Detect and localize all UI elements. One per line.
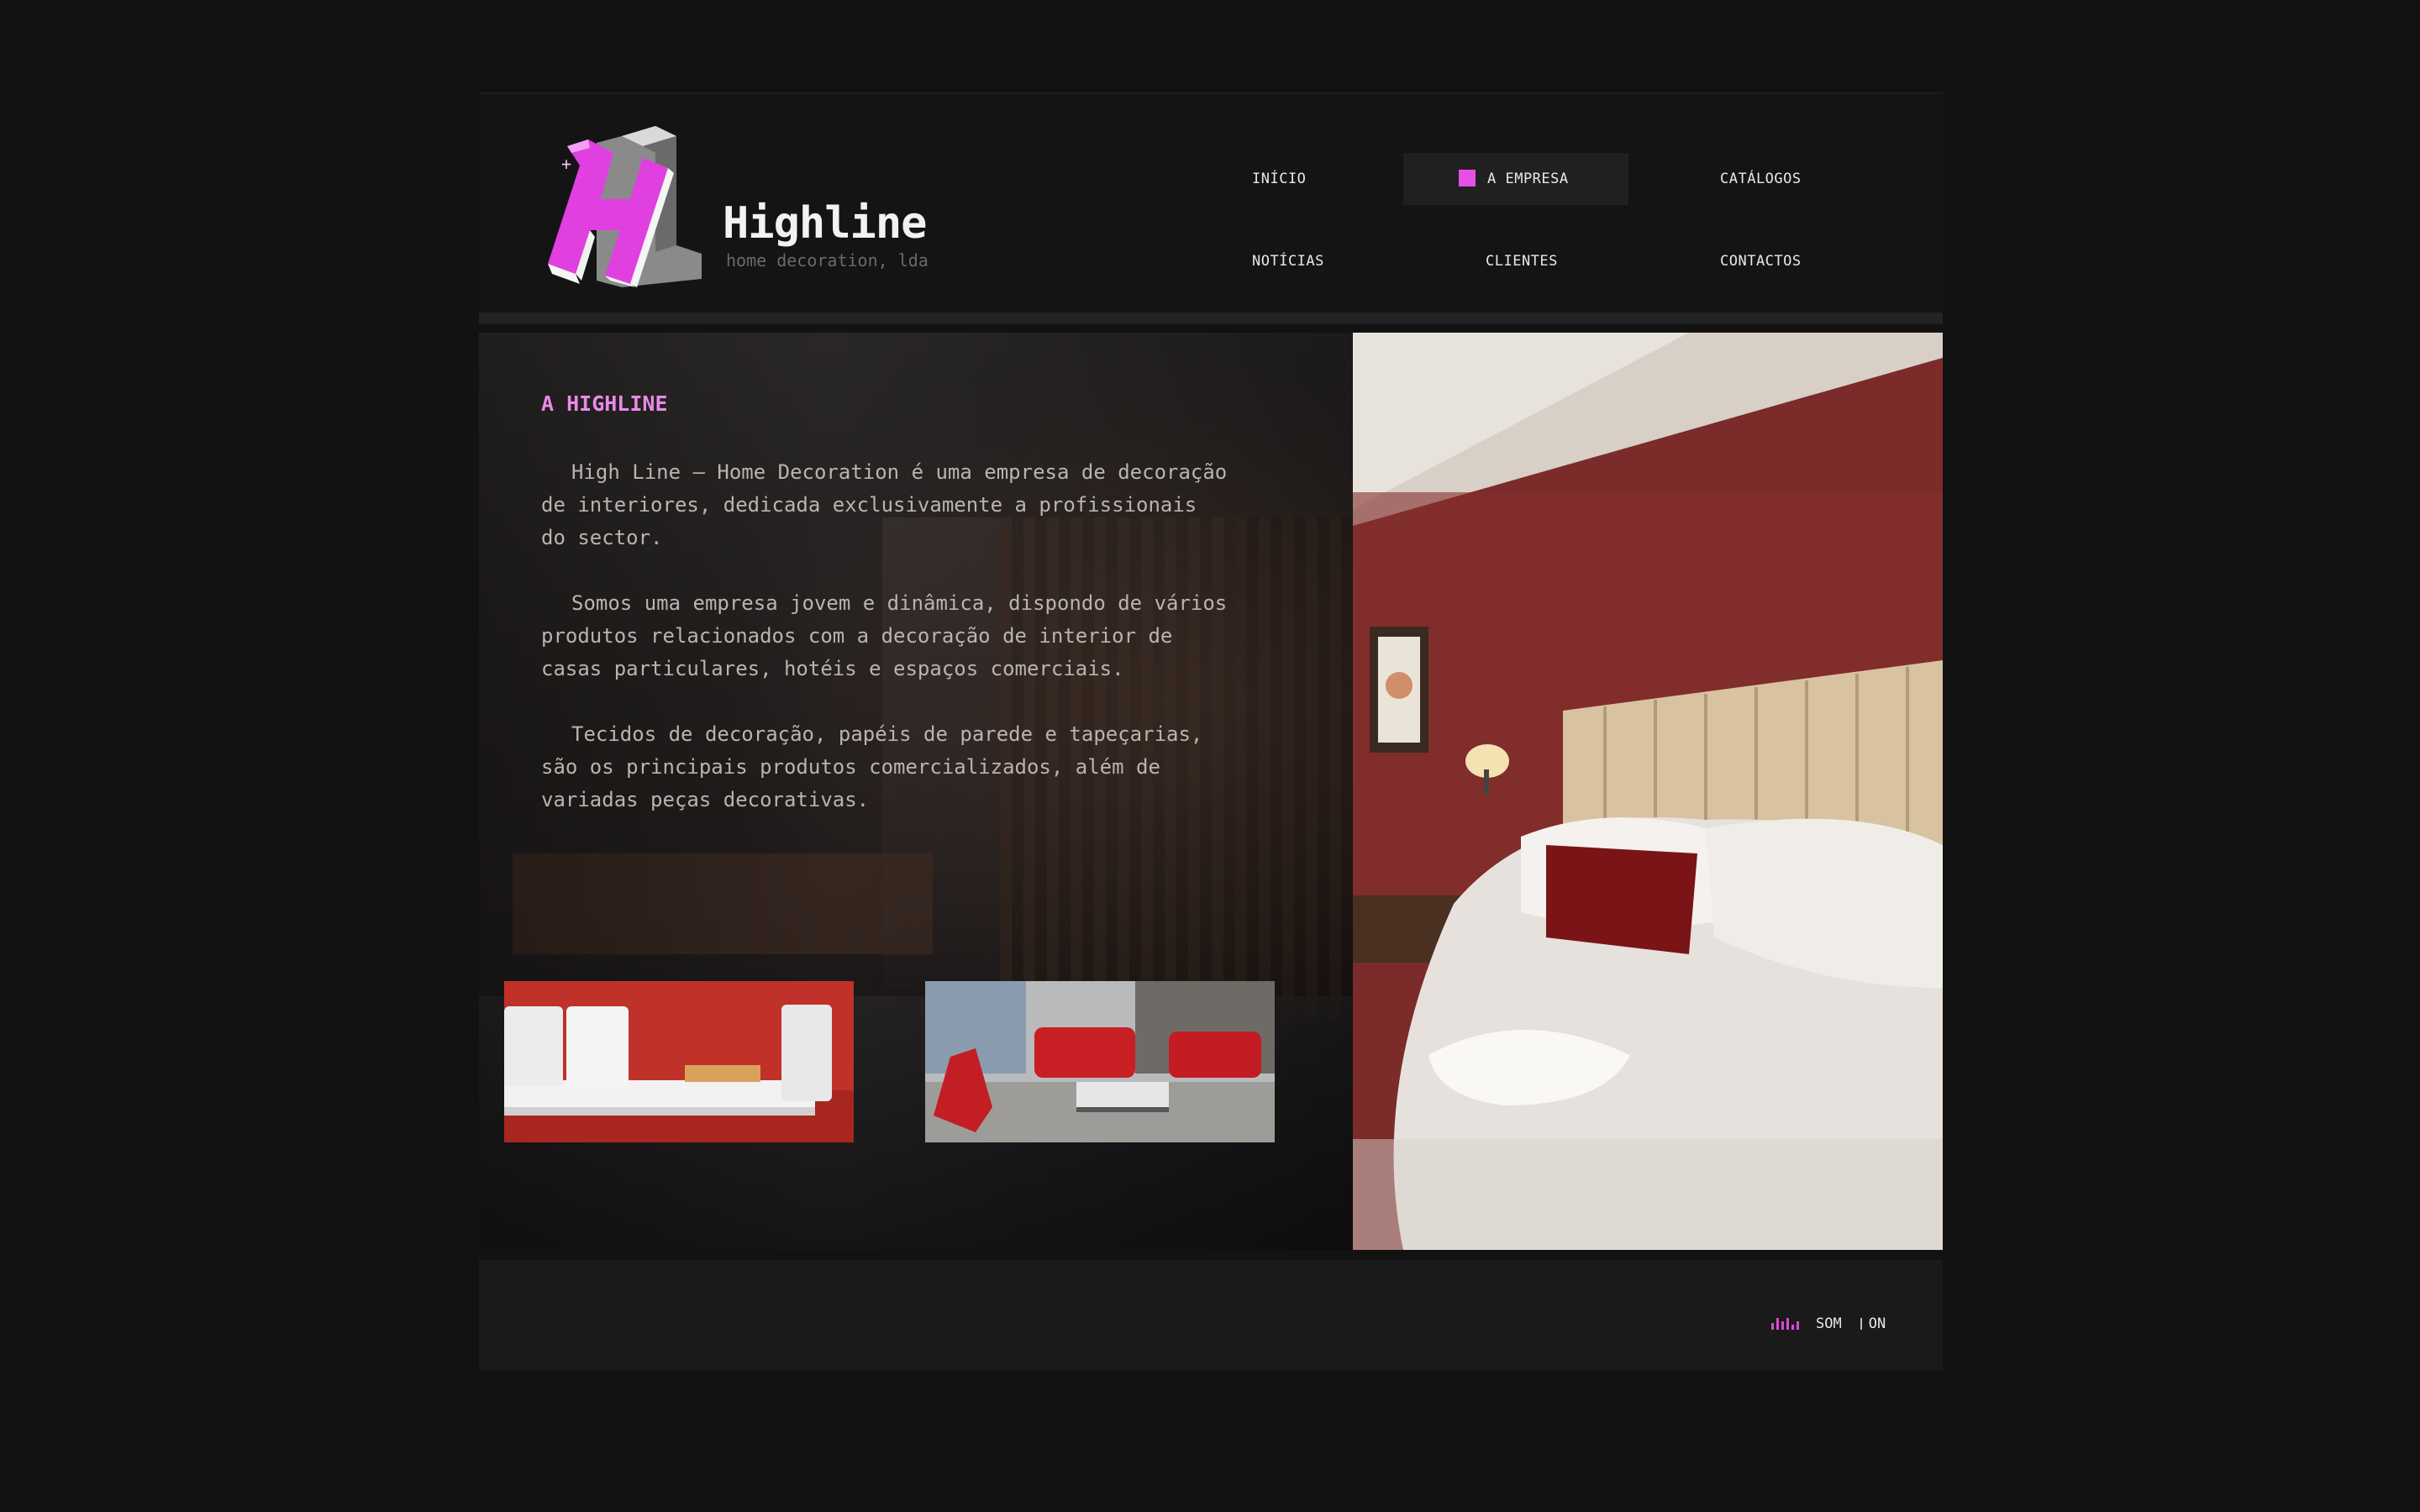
nav-item-label: A Empresa — [1487, 171, 1569, 187]
page: + Highline home decoration, lda Início A… — [479, 92, 1943, 1371]
equalizer-icon — [1771, 1318, 1799, 1330]
brand-name: Highline — [723, 198, 927, 249]
section-title: A HIGHLINE — [541, 391, 668, 416]
paragraph: Tecidos de decoração, papéis de parede e… — [541, 722, 1203, 811]
hotel-bedroom-image — [1353, 333, 1943, 1250]
active-marker-icon — [1459, 170, 1476, 186]
header: + Highline home decoration, lda Início A… — [479, 94, 1943, 312]
hl-logo-icon[interactable]: + — [496, 119, 748, 287]
article: A HIGHLINE High Line – Home Decoration é… — [541, 391, 1230, 849]
brand-subtitle: home decoration, lda — [726, 250, 929, 270]
svg-text:+: + — [561, 154, 571, 174]
sound-state[interactable]: ON — [1869, 1315, 1886, 1332]
main-content: A HIGHLINE High Line – Home Decoration é… — [479, 333, 1943, 1250]
paragraph: High Line – Home Decoration é uma empres… — [541, 460, 1228, 549]
nav-item-clientes[interactable]: Clientes — [1486, 235, 1558, 287]
sofa-thumbnail[interactable] — [504, 981, 854, 1142]
paragraph: Somos uma empresa jovem e dinâmica, disp… — [541, 591, 1228, 680]
sound-label: SOM — [1816, 1315, 1842, 1332]
living-room-image — [925, 981, 1275, 1142]
footer: SOM ON — [479, 1260, 1943, 1371]
nav-item-inicio[interactable]: Início — [1252, 153, 1306, 205]
text-panel: A HIGHLINE High Line – Home Decoration é… — [479, 333, 1353, 1250]
living-room-thumbnail[interactable] — [925, 981, 1275, 1142]
header-divider-bar — [479, 312, 1943, 324]
nav-item-catalogos[interactable]: Catálogos — [1720, 153, 1802, 205]
sound-toggle[interactable]: SOM ON — [1771, 1314, 1886, 1334]
nav-item-noticias[interactable]: Notícias — [1252, 235, 1324, 287]
sound-divider — [1860, 1318, 1862, 1330]
hotel-bedroom-photo — [1353, 333, 1943, 1250]
sofa-image — [504, 981, 854, 1142]
nav-item-contactos[interactable]: Contactos — [1720, 235, 1802, 287]
nav-item-a-empresa[interactable]: A Empresa — [1403, 153, 1628, 205]
